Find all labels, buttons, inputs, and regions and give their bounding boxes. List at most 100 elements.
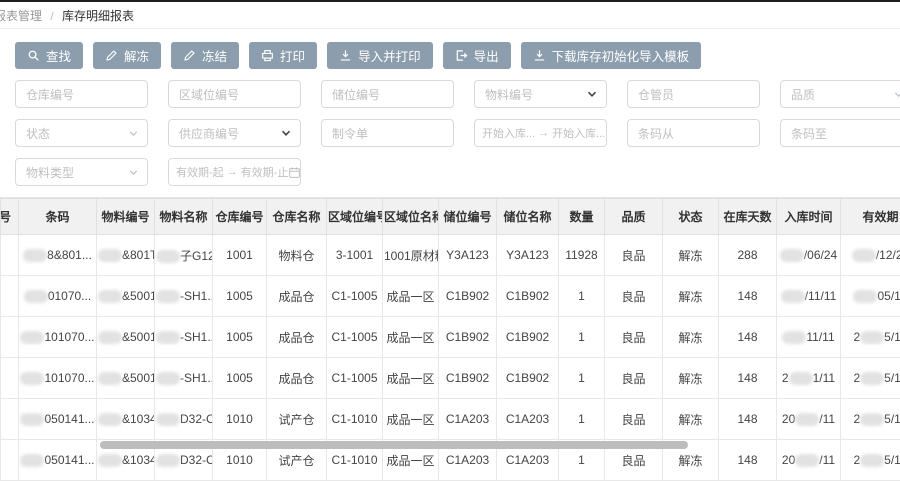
table-cell: 21/11 bbox=[777, 358, 841, 399]
button-label: 导出 bbox=[474, 46, 499, 65]
table-cell: 288 bbox=[719, 235, 777, 276]
chevron-down-bold-icon bbox=[586, 88, 598, 100]
area-no-input[interactable]: 区域位编号 bbox=[168, 80, 301, 108]
barcode-from-input[interactable]: 条码从 bbox=[627, 119, 760, 147]
redaction-blob bbox=[795, 413, 819, 426]
table-cell: 成品仓 bbox=[267, 317, 327, 358]
column-header: 品质 bbox=[605, 199, 663, 235]
breadcrumb-bar: 报表管理 / 库存明细报表 bbox=[0, 0, 900, 29]
validity-date-range[interactable]: 有效期-起→有效期-止 bbox=[168, 158, 301, 186]
table-cell: Y3A123 bbox=[439, 235, 497, 276]
import-print-button[interactable]: 导入并打印 bbox=[327, 42, 433, 69]
button-label: 解冻 bbox=[124, 46, 149, 65]
redaction-blob bbox=[156, 454, 180, 467]
table-cell: C1-1005 bbox=[327, 358, 383, 399]
table-cell: D32-C2 bbox=[155, 399, 213, 440]
table-cell: 101070... bbox=[19, 358, 97, 399]
breadcrumb-current: 库存明细报表 bbox=[62, 9, 134, 23]
clipped-header-text: 号 bbox=[1, 208, 12, 225]
table-row[interactable]: 01070...&5001...-SH1...1005成品仓C1-1005成品一… bbox=[1, 276, 900, 317]
table-cell: 050141... bbox=[19, 440, 97, 481]
redaction-blob bbox=[156, 372, 180, 385]
horizontal-scrollbar-thumb[interactable] bbox=[100, 441, 688, 449]
table-cell: &5001... bbox=[97, 358, 155, 399]
placeholder-text: 物料编号 bbox=[485, 86, 582, 103]
printer-icon bbox=[261, 49, 274, 62]
table-cell: &801T... bbox=[97, 235, 155, 276]
table-cell: C1-1005 bbox=[327, 276, 383, 317]
redaction-blob bbox=[23, 249, 47, 262]
mo-input[interactable]: 制令单 bbox=[321, 119, 454, 147]
quality-select[interactable]: 品质 bbox=[780, 80, 900, 108]
search-button[interactable]: 查找 bbox=[15, 42, 83, 69]
import-icon bbox=[339, 49, 352, 62]
breadcrumb-root[interactable]: 报表管理 bbox=[0, 9, 42, 23]
table-row[interactable]: 101070...&5001...-SH1...1005成品仓C1-1005成品… bbox=[1, 317, 900, 358]
placeholder-text: 物料类型 bbox=[26, 164, 124, 181]
freeze-button[interactable]: 冻结 bbox=[171, 42, 239, 69]
redaction-blob bbox=[860, 413, 884, 426]
table-cell: 148 bbox=[719, 399, 777, 440]
table-cell: 1005 bbox=[213, 358, 267, 399]
redaction-blob bbox=[98, 249, 122, 262]
range-arrow: → bbox=[538, 127, 549, 139]
column-header: 数量 bbox=[559, 199, 605, 235]
table-cell: 1 bbox=[559, 399, 605, 440]
column-header: 物料名称 bbox=[155, 199, 213, 235]
redaction-blob bbox=[24, 290, 48, 303]
table-row[interactable]: 101070...&5001...-SH1...1005成品仓C1-1005成品… bbox=[1, 358, 900, 399]
placeholder-text: 品质 bbox=[791, 86, 889, 103]
export-icon bbox=[455, 49, 468, 62]
table-cell: 148 bbox=[719, 440, 777, 481]
material-no-select[interactable]: 物料编号 bbox=[474, 80, 607, 108]
material-type-select[interactable]: 物料类型 bbox=[15, 158, 148, 186]
table-cell: -SH1... bbox=[155, 317, 213, 358]
redaction-blob bbox=[782, 331, 806, 344]
column-header: 区域位名称 bbox=[383, 199, 439, 235]
table-cell bbox=[1, 276, 19, 317]
table-cell: 1001原材料... bbox=[383, 235, 439, 276]
table-row[interactable]: 050141...&1034...D32-C21010试产仓C1-1010成品一… bbox=[1, 399, 900, 440]
redaction-blob bbox=[156, 413, 180, 426]
breadcrumb: 报表管理 / 库存明细报表 bbox=[0, 7, 134, 24]
chevron-down-icon bbox=[128, 128, 139, 139]
table-cell bbox=[1, 358, 19, 399]
placeholder-text: 仓管员 bbox=[638, 86, 751, 103]
table-cell: 良品 bbox=[605, 235, 663, 276]
table-cell: /12/21 bbox=[841, 235, 900, 276]
table-cell: 11/11 bbox=[777, 317, 841, 358]
table-cell: Y3A123 bbox=[497, 235, 559, 276]
redaction-blob bbox=[795, 454, 819, 467]
redaction-blob bbox=[98, 331, 122, 344]
storage-no-input[interactable]: 储位编号 bbox=[321, 80, 454, 108]
column-header: 储位编号 bbox=[439, 199, 497, 235]
table-row[interactable]: 8&801...&801T...子G121001物料仓3-10011001原材料… bbox=[1, 235, 900, 276]
filter-panel: 仓库编号区域位编号储位编号 物料编号 仓管员 品质状态供应商编号制令单开始入库...→… bbox=[0, 69, 900, 186]
redaction-blob bbox=[853, 290, 877, 303]
download-icon bbox=[533, 49, 546, 62]
supplier-no-select[interactable]: 供应商编号 bbox=[168, 119, 301, 147]
unfreeze-button[interactable]: 解冻 bbox=[93, 42, 161, 69]
export-button[interactable]: 导出 bbox=[443, 42, 511, 69]
chevron-down-icon bbox=[893, 89, 900, 100]
keeper-input[interactable]: 仓管员 bbox=[627, 80, 760, 108]
button-label: 下载库存初始化导入模板 bbox=[552, 46, 690, 65]
toolbar: 查找 解冻 冻结打印导入并打印 导出 下载库存初始化导入模板 bbox=[0, 29, 900, 69]
table-cell: -SH1... bbox=[155, 276, 213, 317]
status-select[interactable]: 状态 bbox=[15, 119, 148, 147]
table-cell bbox=[1, 317, 19, 358]
inbound-date-range[interactable]: 开始入库...→开始入库... bbox=[474, 119, 607, 147]
column-header: 物料编号 bbox=[97, 199, 155, 235]
table-cell: 11928 bbox=[559, 235, 605, 276]
table-cell: 成品一区 bbox=[383, 399, 439, 440]
table-cell: 1005 bbox=[213, 317, 267, 358]
barcode-to-input[interactable]: 条码至 bbox=[780, 119, 900, 147]
download-template-button[interactable]: 下载库存初始化导入模板 bbox=[521, 42, 702, 69]
table-cell: 050141... bbox=[19, 399, 97, 440]
redaction-blob bbox=[98, 290, 122, 303]
table-cell: C1-1005 bbox=[327, 317, 383, 358]
table-cell: 1 bbox=[559, 358, 605, 399]
redaction-blob bbox=[98, 454, 122, 467]
warehouse-no-input[interactable]: 仓库编号 bbox=[15, 80, 148, 108]
print-button[interactable]: 打印 bbox=[249, 42, 317, 69]
